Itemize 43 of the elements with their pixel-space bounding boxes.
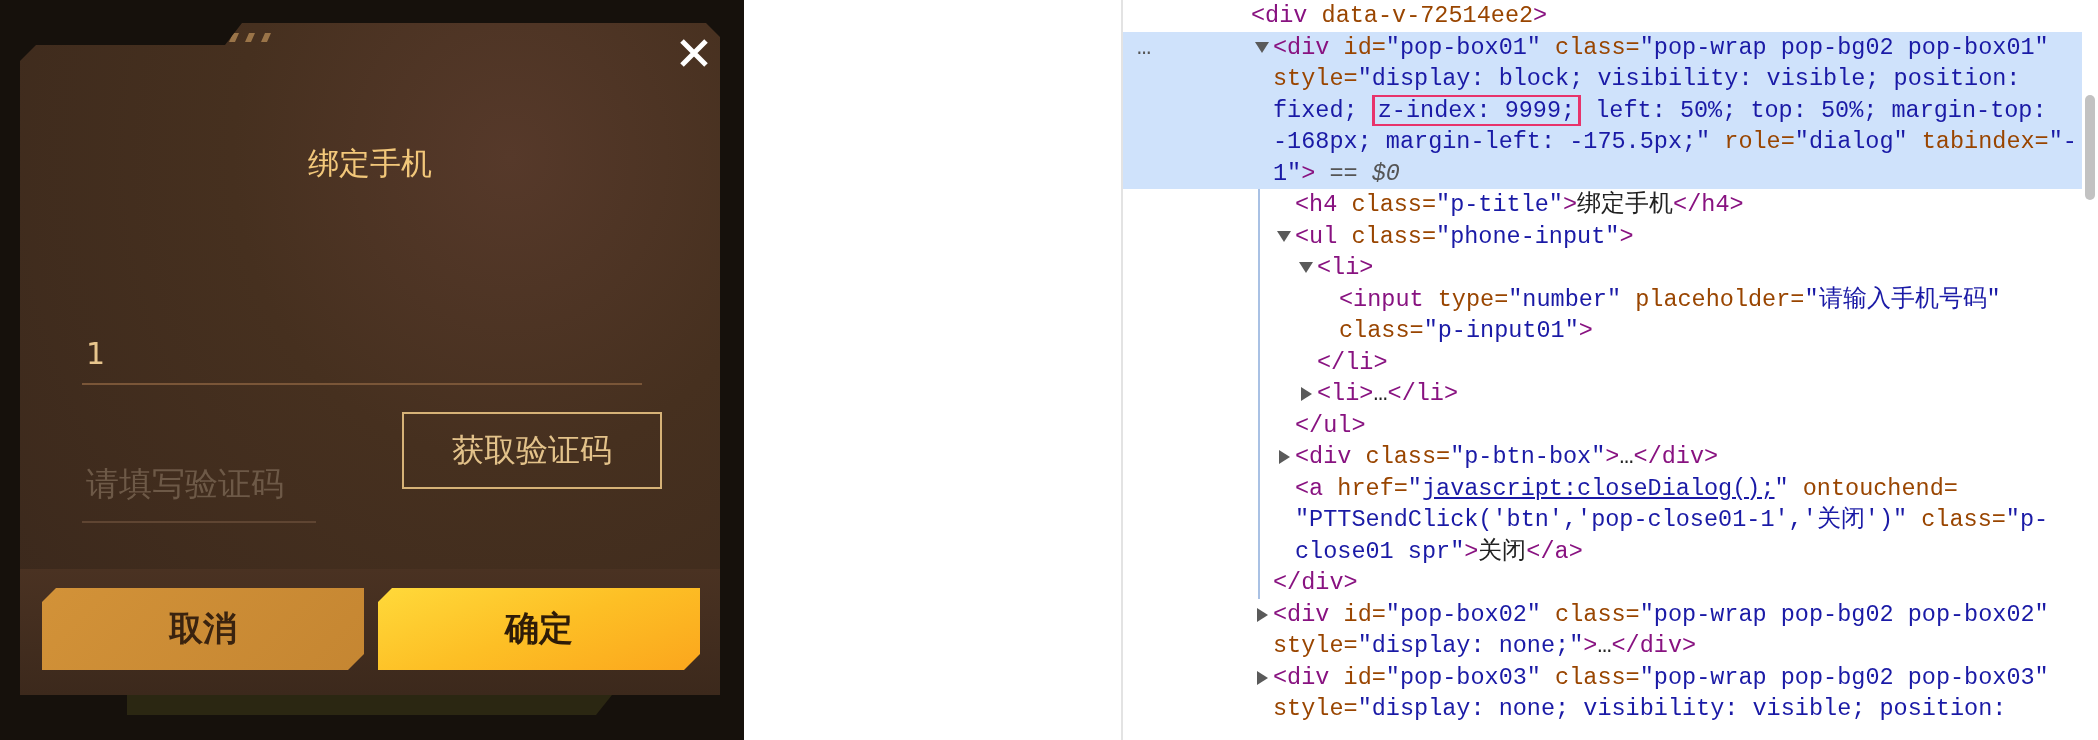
phone-input-field[interactable]: 1 [82,323,642,385]
scrollbar-thumb[interactable] [2085,95,2095,200]
confirm-button[interactable]: 确定 [378,588,700,670]
code-text: style="display: none; visibility: visible; position: [1273,695,2007,722]
disclosure-triangle-icon[interactable] [1255,608,1269,621]
code-text: left: 50%; top: 50%; margin-top: [1594,96,2047,124]
disclosure-triangle-icon[interactable] [1255,41,1269,54]
row-menu-dots[interactable]: … [1137,31,1153,63]
code-text: -168px; margin-left: -175.5px;" role="dialog" tabindex="- [1273,128,2077,155]
code-text: <a href=" [1295,474,1422,502]
code-text: close01 spr">关闭</a> [1295,537,1583,565]
cancel-button[interactable]: 取消 [42,588,364,670]
disclosure-triangle-icon[interactable] [1277,230,1291,243]
code-text: <h4 class="p-title">绑定手机</h4> [1295,191,1744,218]
disclosure-triangle-icon[interactable] [1277,451,1291,463]
disclosure-triangle-icon[interactable] [1299,262,1313,274]
code-text: <div id="pop-box01" class="pop-wrap pop-bg02 pop-box01" [1273,33,2049,61]
get-code-button[interactable]: 获取验证码 [402,412,662,489]
disclosure-triangle-icon[interactable] [1255,671,1269,684]
code-text: </ul> [1295,411,1366,439]
code-text: style="display: block; visibility: visible; position: [1273,65,2021,92]
code-text: " ontouchend= [1774,474,1958,502]
code-text: <ul class="phone-input"> [1295,222,1634,250]
code-text: style="display: none;">…</div> [1273,632,1697,659]
highlight-box: z-index: 9999; [1371,94,1582,126]
code-text: <div class="p-btn-box">…</div> [1295,443,1719,470]
code-text: </div> [1273,569,1358,596]
code-text: 1"> == $0 [1273,159,1400,187]
code-text: </li> [1317,348,1388,376]
code-link[interactable]: javascript:closeDialog(); [1421,474,1775,502]
code-text: <input type="number" placeholder="请输入手机号码" [1339,285,2001,313]
code-text: fixed; [1273,96,1359,124]
code-text: <div data-v-72514ee2> [1251,2,1548,29]
close-icon[interactable] [679,38,709,68]
code-text: "PTTSendClick('btn','pop-close01-1','关闭')" class="p- [1295,506,2049,533]
code-text: <div id="pop-box02" class="pop-wrap pop-bg02 pop-box02" [1273,600,2049,628]
dialog-title: 绑定手机 [308,144,432,183]
code-text: <li> [1317,254,1374,281]
code-text: <div id="pop-box03" class="pop-wrap pop-bg02 pop-box03" [1273,663,2049,691]
code-text: class="p-input01"> [1339,317,1593,344]
code-text: <li>…</li> [1317,380,1459,407]
selected-row[interactable] [1123,31,2082,189]
disclosure-triangle-icon[interactable] [1299,388,1313,400]
